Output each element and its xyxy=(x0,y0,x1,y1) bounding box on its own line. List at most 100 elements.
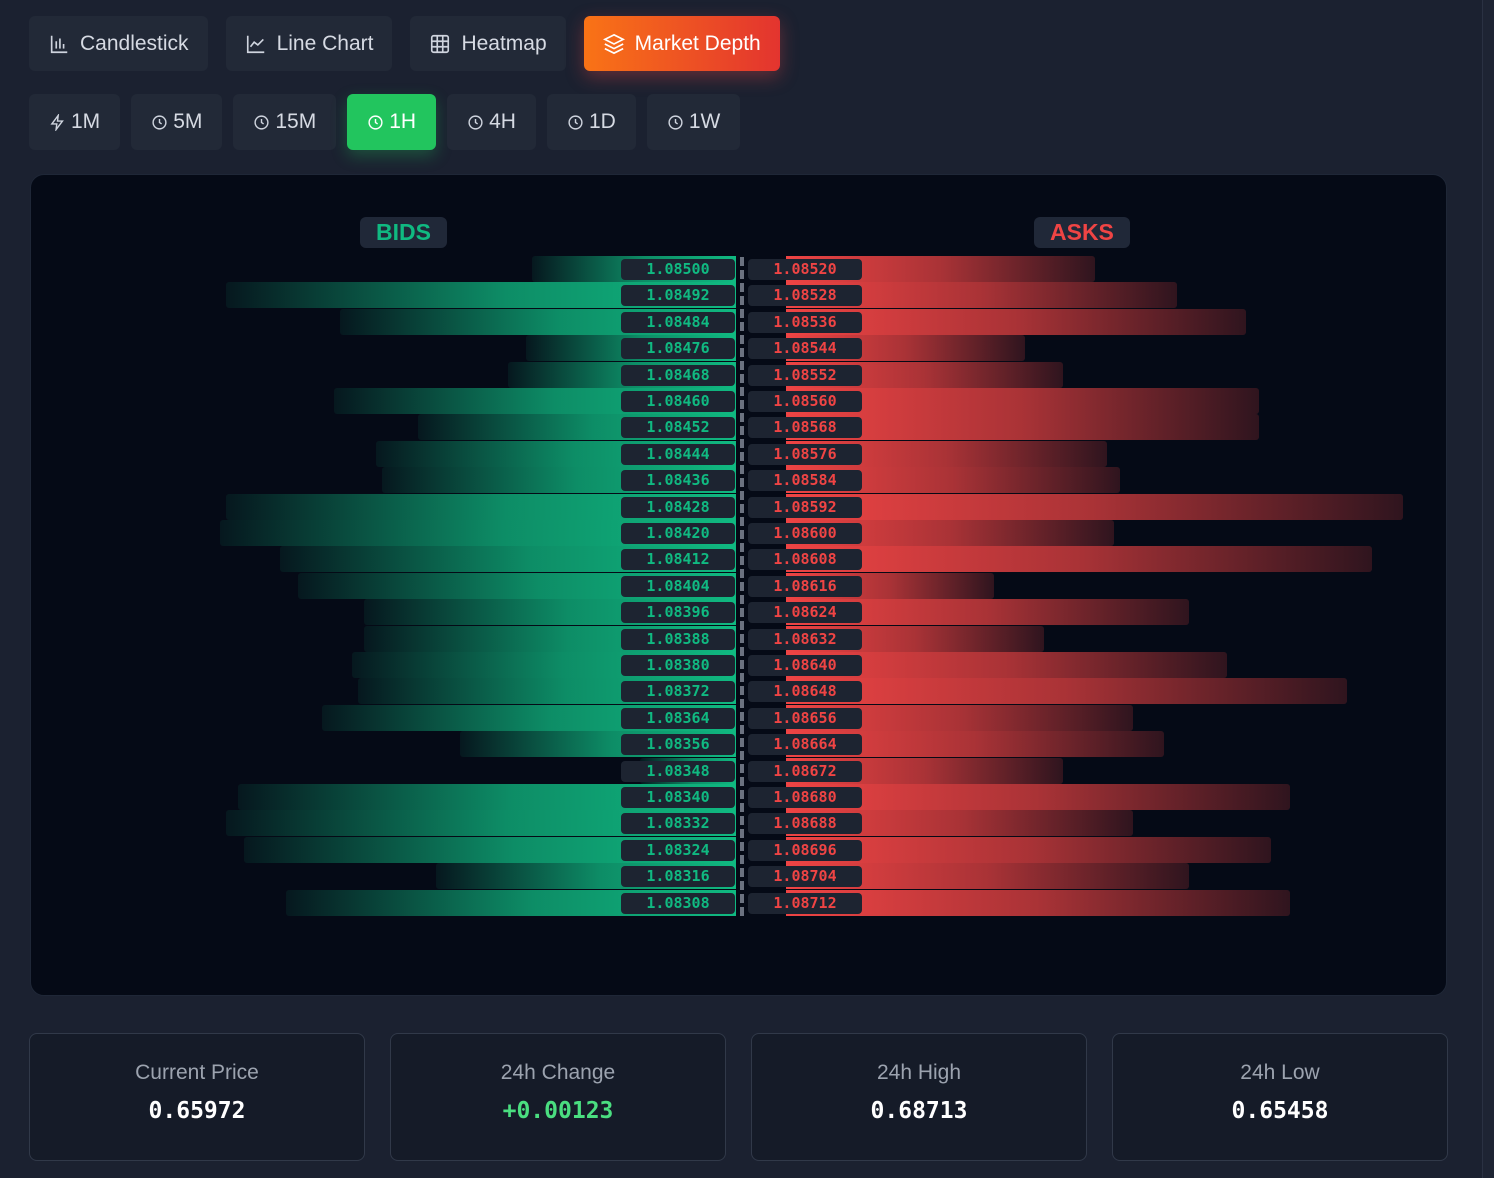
depth-row: 1.08492 1.08528 xyxy=(31,282,1446,309)
timeframe-label: 4H xyxy=(489,110,516,133)
stat-card-24h-change: 24h Change +0.00123 xyxy=(390,1033,726,1161)
ask-price: 1.08672 xyxy=(748,760,862,782)
bid-price: 1.08308 xyxy=(621,892,735,914)
timeframe-label: 1M xyxy=(71,110,101,133)
depth-row: 1.08372 1.08648 xyxy=(31,678,1446,705)
page-scrollbar[interactable] xyxy=(1482,0,1494,1178)
depth-row: 1.08444 1.08576 xyxy=(31,440,1446,467)
ask-price: 1.08584 xyxy=(748,470,862,492)
tab-market-depth[interactable]: Market Depth xyxy=(583,16,780,71)
bid-price: 1.08412 xyxy=(621,549,735,571)
bid-price: 1.08356 xyxy=(621,734,735,756)
bid-price: 1.08348 xyxy=(621,760,735,782)
stat-value: 0.65458 xyxy=(1231,1098,1329,1124)
stat-value: 0.68713 xyxy=(870,1098,968,1124)
bid-price: 1.08436 xyxy=(621,470,735,492)
tab-label: Market Depth xyxy=(634,31,761,55)
stat-value: +0.00123 xyxy=(502,1098,614,1124)
bid-price: 1.08452 xyxy=(621,417,735,439)
stat-card-current-price: Current Price 0.65972 xyxy=(29,1033,365,1161)
order-book-rows: 1.08500 1.08520 1.08492 1.08528 1.08484 1.085… xyxy=(31,175,1446,995)
ask-price: 1.08528 xyxy=(748,285,862,307)
timeframe-label: 1H xyxy=(389,110,417,133)
ask-price: 1.08664 xyxy=(748,734,862,756)
depth-row: 1.08500 1.08520 xyxy=(31,256,1446,282)
depth-row: 1.08452 1.08568 xyxy=(31,414,1446,441)
ask-price: 1.08648 xyxy=(748,681,862,703)
bid-price: 1.08388 xyxy=(621,628,735,650)
timeframe-1w[interactable]: 1W xyxy=(646,94,741,150)
ask-price: 1.08608 xyxy=(748,549,862,571)
bid-price: 1.08372 xyxy=(621,681,735,703)
depth-row: 1.08460 1.08560 xyxy=(31,388,1446,414)
depth-row: 1.08484 1.08536 xyxy=(31,308,1446,335)
bid-price: 1.08396 xyxy=(621,602,735,624)
timeframe-1d[interactable]: 1D xyxy=(546,94,636,150)
timeframe-1m[interactable]: 1M xyxy=(29,94,121,150)
bid-price: 1.08500 xyxy=(621,259,735,280)
depth-row: 1.08412 1.08608 xyxy=(31,546,1446,573)
ask-price: 1.08560 xyxy=(748,391,862,412)
clock-icon xyxy=(668,114,683,130)
depth-row: 1.08340 1.08680 xyxy=(31,784,1446,810)
timeframe-tabs: 1M 5M 15M 1H 4H 1D 1W xyxy=(29,94,741,150)
tab-label: Candlestick xyxy=(80,31,189,55)
stat-label: 24h Change xyxy=(500,1061,616,1084)
tab-line-chart[interactable]: Line Chart xyxy=(225,16,393,71)
timeframe-4h[interactable]: 4H xyxy=(447,94,536,150)
ask-bar xyxy=(786,546,1372,573)
ask-price: 1.08704 xyxy=(748,866,862,888)
ask-price: 1.08696 xyxy=(748,839,862,861)
depth-row: 1.08348 1.08672 xyxy=(31,757,1446,784)
tab-candlestick[interactable]: Candlestick xyxy=(29,16,208,71)
ask-price: 1.08520 xyxy=(748,259,862,280)
ask-price: 1.08616 xyxy=(748,575,862,597)
timeframe-1h[interactable]: 1H xyxy=(347,94,437,150)
ask-price: 1.08544 xyxy=(748,338,862,360)
ask-price: 1.08552 xyxy=(748,364,862,386)
timeframe-5m[interactable]: 5M xyxy=(131,94,223,150)
ask-bar xyxy=(786,678,1347,705)
depth-row: 1.08420 1.08600 xyxy=(31,520,1446,546)
timeframe-15m[interactable]: 15M xyxy=(233,94,337,150)
clock-icon xyxy=(368,114,383,130)
depth-row: 1.08388 1.08632 xyxy=(31,625,1446,652)
tab-heatmap[interactable]: Heatmap xyxy=(410,16,566,71)
depth-row: 1.08468 1.08552 xyxy=(31,361,1446,388)
timeframe-label: 5M xyxy=(173,110,203,133)
depth-row: 1.08332 1.08688 xyxy=(31,810,1446,837)
bid-price: 1.08484 xyxy=(621,311,735,333)
tab-label: Line Chart xyxy=(276,31,374,55)
chart-type-tabs: Candlestick Line Chart Heatmap Market De… xyxy=(29,16,780,71)
spread-divider xyxy=(740,257,744,917)
stats-row: Current Price 0.65972 24h Change +0.0012… xyxy=(29,1033,1448,1161)
ask-price: 1.08680 xyxy=(748,787,862,808)
bid-price: 1.08380 xyxy=(621,655,735,676)
stat-card-24h-high: 24h High 0.68713 xyxy=(751,1033,1087,1161)
bid-price: 1.08404 xyxy=(621,575,735,597)
depth-row: 1.08324 1.08696 xyxy=(31,836,1446,863)
ask-price: 1.08656 xyxy=(748,707,862,729)
ask-price: 1.08712 xyxy=(748,892,862,914)
depth-row: 1.08364 1.08656 xyxy=(31,704,1446,731)
bid-price: 1.08340 xyxy=(621,787,735,808)
bid-price: 1.08420 xyxy=(621,523,735,544)
depth-row: 1.08308 1.08712 xyxy=(31,889,1446,916)
grid-icon xyxy=(431,34,450,53)
depth-row: 1.08428 1.08592 xyxy=(31,493,1446,520)
depth-row: 1.08316 1.08704 xyxy=(31,863,1446,890)
bid-price: 1.08444 xyxy=(621,443,735,465)
depth-row: 1.08356 1.08664 xyxy=(31,731,1446,758)
ask-price: 1.08688 xyxy=(748,813,862,835)
bar-chart-icon xyxy=(50,35,68,53)
bid-price: 1.08332 xyxy=(621,813,735,835)
stat-value: 0.65972 xyxy=(148,1098,246,1124)
ask-price: 1.08592 xyxy=(748,496,862,518)
clock-icon xyxy=(468,114,483,130)
ask-price: 1.08640 xyxy=(748,655,862,676)
bid-price: 1.08428 xyxy=(621,496,735,518)
clock-icon xyxy=(568,114,583,130)
bid-price: 1.08324 xyxy=(621,839,735,861)
tab-label: Heatmap xyxy=(461,31,547,55)
ask-price: 1.08536 xyxy=(748,311,862,333)
